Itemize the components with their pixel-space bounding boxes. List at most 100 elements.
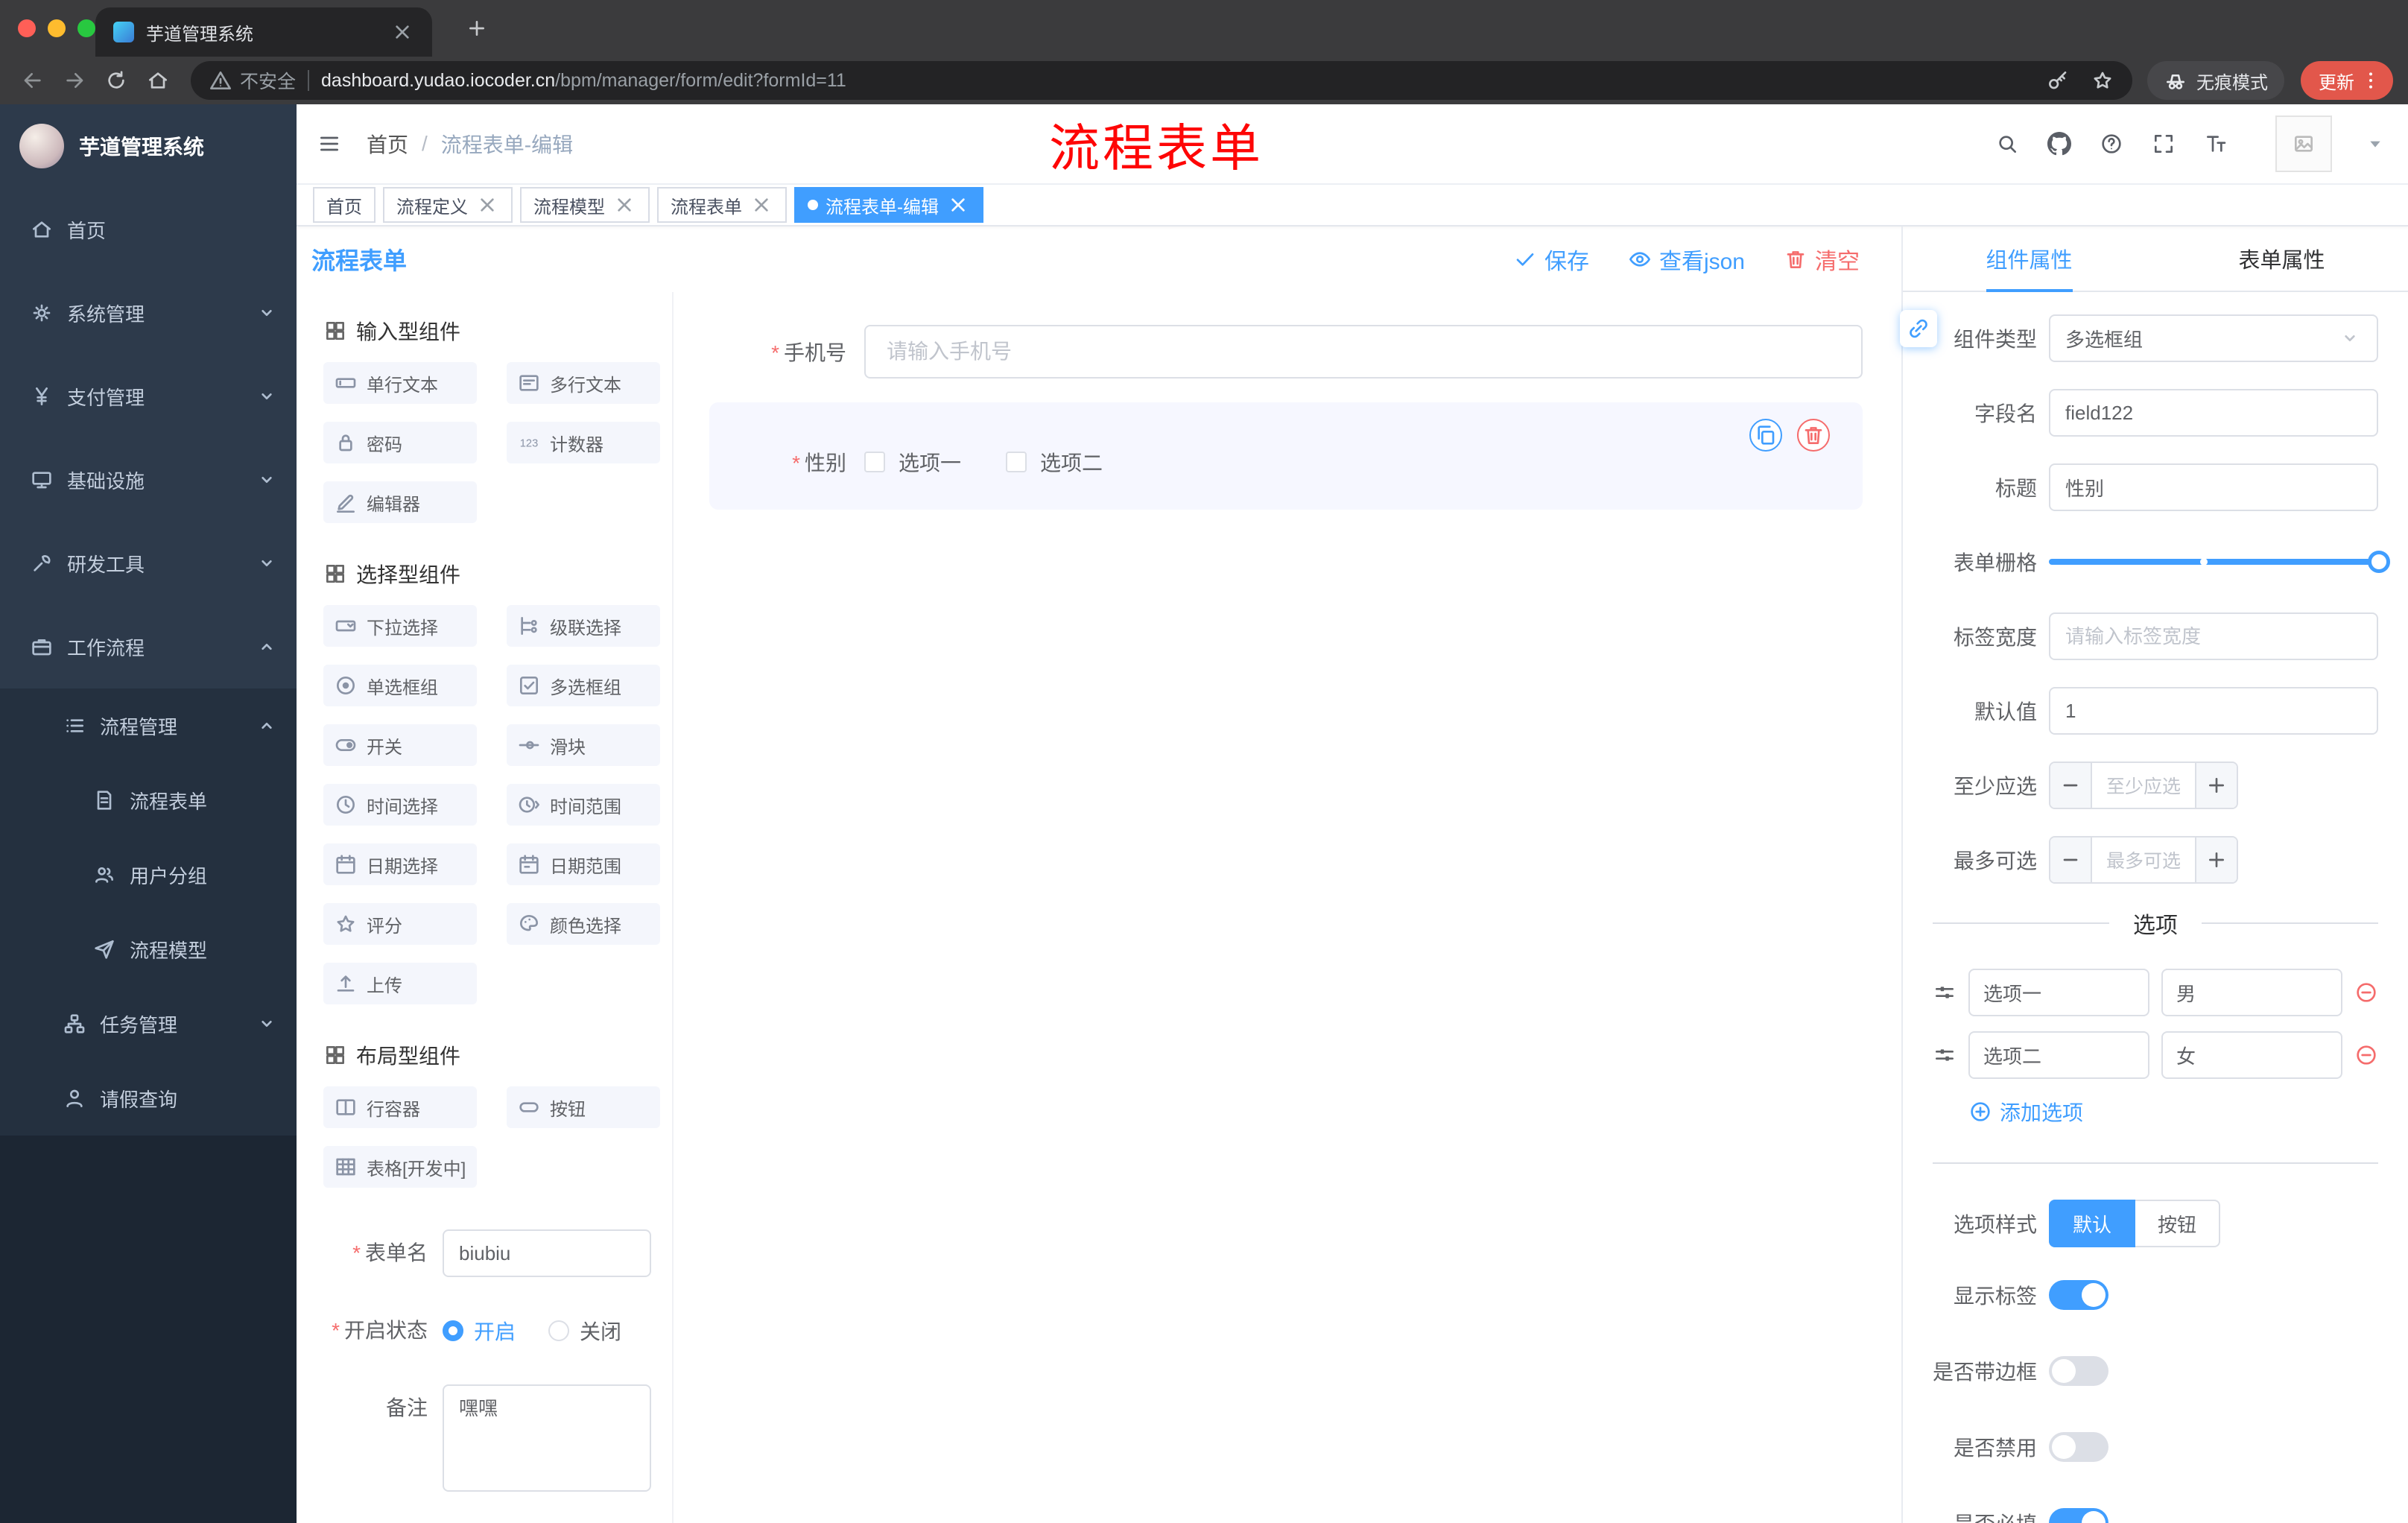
component-date-picker[interactable]: 日期选择: [323, 843, 477, 885]
avatar-caret-down-icon[interactable]: [2363, 132, 2387, 156]
sidebar-item-home[interactable]: 首页: [0, 188, 297, 271]
add-option-button[interactable]: 添加选项: [1968, 1097, 2378, 1127]
component-color-picker[interactable]: 颜色选择: [507, 903, 660, 945]
font-size-icon[interactable]: [2204, 132, 2228, 156]
component-upload[interactable]: 上传: [323, 963, 477, 1004]
sidebar-item-payment[interactable]: 支付管理: [0, 355, 297, 438]
component-time-range[interactable]: 时间范围: [507, 784, 660, 826]
site-security-chip[interactable]: 不安全: [209, 67, 296, 94]
component-cascader[interactable]: 级联选择: [507, 605, 660, 647]
min-select-value[interactable]: 至少应选: [2092, 763, 2195, 808]
tag-process-form[interactable]: 流程表单: [657, 187, 787, 223]
status-radio-on[interactable]: 开启: [443, 1316, 516, 1346]
remark-textarea[interactable]: 嘿嘿: [443, 1384, 651, 1492]
back-button[interactable]: [15, 63, 51, 98]
phone-input[interactable]: [864, 325, 1863, 379]
option-drag-handle[interactable]: [1933, 1043, 1956, 1067]
github-icon[interactable]: [2047, 132, 2071, 156]
component-button[interactable]: 按钮: [507, 1086, 660, 1128]
zoom-window-button[interactable]: [77, 19, 95, 37]
sidebar-item-user-group[interactable]: 用户分组: [0, 838, 297, 912]
title-input[interactable]: [2049, 463, 2378, 511]
minimize-window-button[interactable]: [48, 19, 66, 37]
sidebar-item-infrastructure[interactable]: 基础设施: [0, 438, 297, 522]
browser-menu-dots-icon[interactable]: [2359, 69, 2383, 92]
app-logo[interactable]: 芋道管理系统: [0, 104, 297, 188]
tag-process-definition[interactable]: 流程定义: [383, 187, 513, 223]
reload-button[interactable]: [98, 63, 134, 98]
browser-tab[interactable]: 芋道管理系统: [95, 7, 432, 57]
component-switch[interactable]: 开关: [323, 724, 477, 766]
slider-track[interactable]: [2049, 551, 2390, 573]
component-counter[interactable]: 计数器: [507, 422, 660, 463]
component-type-select[interactable]: 多选框组: [2049, 314, 2378, 362]
browser-update-button[interactable]: 更新: [2301, 61, 2393, 100]
component-radio-group[interactable]: 单选框组: [323, 665, 477, 706]
sidebar-item-leave-query[interactable]: 请假查询: [0, 1061, 297, 1136]
copy-field-button[interactable]: [1749, 419, 1782, 452]
home-button[interactable]: [140, 63, 176, 98]
address-bar[interactable]: 不安全 dashboard.yudao.iocoder.cn/bpm/manag…: [191, 61, 2132, 100]
sidebar-item-process-management[interactable]: 流程管理: [0, 688, 297, 763]
label-width-input[interactable]: [2049, 612, 2378, 660]
show-label-switch[interactable]: [2049, 1280, 2108, 1310]
component-rich-editor[interactable]: 编辑器: [323, 481, 477, 523]
delete-field-button[interactable]: [1797, 419, 1830, 452]
tab-component-props[interactable]: 组件属性: [1903, 227, 2155, 291]
stepper-increase-button[interactable]: [2195, 838, 2237, 882]
option-value-input[interactable]: [2161, 969, 2342, 1016]
component-time-picker[interactable]: 时间选择: [323, 784, 477, 826]
component-select[interactable]: 下拉选择: [323, 605, 477, 647]
checkbox-option-1[interactable]: 选项一: [864, 447, 961, 477]
option-value-input[interactable]: [2161, 1031, 2342, 1079]
remove-option-button[interactable]: [2354, 981, 2378, 1004]
collapse-sidebar-button[interactable]: [317, 132, 341, 156]
tag-home[interactable]: 首页: [313, 187, 376, 223]
required-switch[interactable]: [2049, 1508, 2108, 1523]
form-item-phone[interactable]: * 手机号: [709, 325, 1863, 379]
form-grid-slider[interactable]: [2049, 538, 2390, 586]
tab-form-props[interactable]: 表单属性: [2155, 227, 2408, 291]
close-window-button[interactable]: [18, 19, 36, 37]
sidebar-item-task-management[interactable]: 任务管理: [0, 987, 297, 1061]
checkbox-option-2[interactable]: 选项二: [1006, 447, 1103, 477]
component-checkbox-group[interactable]: 多选框组: [507, 665, 660, 706]
option-drag-handle[interactable]: [1933, 981, 1956, 1004]
option-style-default[interactable]: 默认: [2049, 1200, 2136, 1247]
component-slider[interactable]: 滑块: [507, 724, 660, 766]
new-tab-button[interactable]: [465, 16, 489, 40]
tag-close-icon[interactable]: [750, 193, 773, 217]
view-json-button[interactable]: 查看json: [1628, 243, 1745, 276]
tag-close-icon[interactable]: [946, 193, 970, 217]
form-name-input[interactable]: [443, 1229, 651, 1277]
component-table[interactable]: 表格[开发中]: [323, 1146, 477, 1188]
help-icon[interactable]: [2100, 132, 2123, 156]
form-canvas[interactable]: *手机号 *性别: [674, 292, 1901, 1523]
save-button[interactable]: 保存: [1513, 243, 1589, 276]
forward-button[interactable]: [57, 63, 92, 98]
tag-process-model[interactable]: 流程模型: [520, 187, 650, 223]
stepper-increase-button[interactable]: [2195, 763, 2237, 808]
search-icon[interactable]: [1995, 132, 2019, 156]
tag-close-icon[interactable]: [475, 193, 499, 217]
max-select-value[interactable]: 最多可选: [2092, 838, 2195, 882]
sidebar-item-system[interactable]: 系统管理: [0, 271, 297, 355]
remove-option-button[interactable]: [2354, 1043, 2378, 1067]
link-affix-button[interactable]: [1900, 310, 1937, 347]
component-date-range[interactable]: 日期范围: [507, 843, 660, 885]
user-avatar[interactable]: [2275, 115, 2332, 172]
slider-handle[interactable]: [2368, 551, 2390, 573]
option-name-input[interactable]: [1968, 1031, 2149, 1079]
clear-button[interactable]: 清空: [1784, 243, 1860, 276]
status-radio-off[interactable]: 关闭: [548, 1316, 621, 1346]
stepper-decrease-button[interactable]: [2050, 763, 2092, 808]
tab-close-icon[interactable]: [390, 20, 414, 44]
sidebar-item-process-form[interactable]: 流程表单: [0, 763, 297, 838]
stepper-decrease-button[interactable]: [2050, 838, 2092, 882]
default-value-input[interactable]: [2049, 687, 2378, 735]
fullscreen-icon[interactable]: [2152, 132, 2176, 156]
disabled-switch[interactable]: [2049, 1432, 2108, 1462]
sidebar-item-workflow[interactable]: 工作流程: [0, 605, 297, 688]
border-switch[interactable]: [2049, 1356, 2108, 1386]
breadcrumb-home[interactable]: 首页: [367, 129, 408, 159]
